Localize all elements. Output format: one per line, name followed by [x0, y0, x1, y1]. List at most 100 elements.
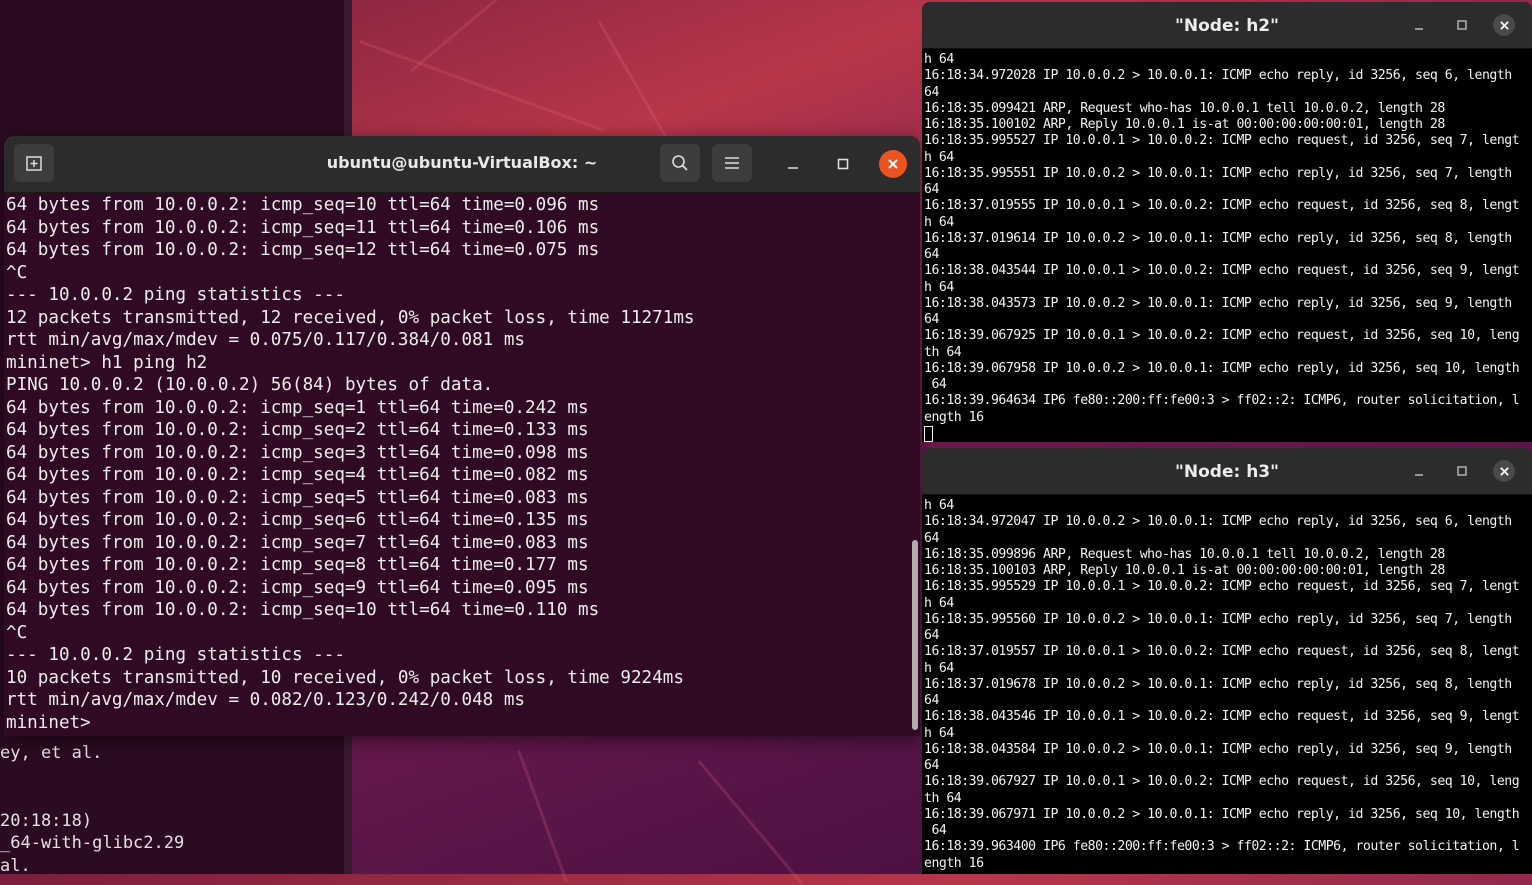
main-terminal-output[interactable]: 64 bytes from 10.0.0.2: icmp_seq=10 ttl=… [6, 194, 906, 734]
terminal-line: 64 bytes from 10.0.0.2: icmp_seq=3 ttl=6… [6, 442, 589, 463]
terminal-line: 16:18:38.043544 IP 10.0.0.1 > 10.0.0.2: … [924, 263, 1520, 279]
main-terminal-window[interactable]: ubuntu@ubuntu-VirtualBox: ~ 64 bytes fro… [4, 136, 920, 736]
cursor [924, 425, 933, 442]
terminal-line: 16:18:39.963400 IP6 fe80::200:ff:fe00:3 … [924, 839, 1520, 855]
node-h3-close-button[interactable] [1493, 460, 1515, 482]
close-button[interactable] [879, 150, 907, 178]
new-tab-icon [26, 156, 42, 171]
terminal-line: rtt min/avg/max/mdev = 0.075/0.117/0.384… [6, 330, 526, 350]
terminal-line: 16:18:35.995560 IP 10.0.0.2 > 10.0.0.1: … [924, 611, 1512, 627]
terminal-line: 16:18:35.995551 IP 10.0.0.2 > 10.0.0.1: … [924, 165, 1512, 181]
node-h2-close-button[interactable] [1493, 14, 1515, 36]
node-h2-titlebar[interactable]: "Node: h2" [922, 2, 1532, 49]
maximize-button[interactable] [829, 150, 857, 178]
node-h3-window[interactable]: "Node: h3" h 64 16:18:34.972047 IP 10.0.0… [922, 448, 1532, 874]
close-icon [1499, 466, 1509, 476]
maximize-icon [837, 158, 849, 170]
terminal-line: mininet> [6, 712, 102, 733]
terminal-line: 16:18:34.972047 IP 10.0.0.2 > 10.0.0.1: … [924, 514, 1512, 530]
terminal-line: 20:18:18) [0, 810, 93, 831]
terminal-line: 64 bytes from 10.0.0.2: icmp_seq=9 ttl=6… [6, 577, 589, 598]
terminal-line: 64 [924, 377, 947, 392]
terminal-line: 64 bytes from 10.0.0.2: icmp_seq=6 ttl=6… [6, 510, 589, 530]
node-h2-maximize-button[interactable] [1451, 14, 1473, 36]
node-h3-minimize-button[interactable] [1408, 460, 1430, 482]
terminal-line: 16:18:37.019555 IP 10.0.0.1 > 10.0.0.2: … [924, 198, 1520, 214]
node-h2-minimize-button[interactable] [1408, 14, 1430, 36]
terminal-line: 64 [924, 758, 939, 773]
node-h2-lines: h 64 16:18:34.972028 IP 10.0.0.2 > 10.0.0… [924, 52, 1528, 426]
node-h3-titlebar[interactable]: "Node: h3" [922, 448, 1532, 495]
terminal-line: ength 16 [924, 409, 984, 425]
terminal-line: 10 packets transmitted, 10 received, 0% … [6, 667, 684, 688]
terminal-line: 64 [924, 247, 939, 262]
node-h3-lines: h 64 16:18:34.972047 IP 10.0.0.2 > 10.0.0… [924, 498, 1528, 872]
terminal-line: 64 bytes from 10.0.0.2: icmp_seq=5 ttl=6… [6, 487, 589, 508]
node-h2-title: "Node: h2" [1175, 16, 1279, 36]
background-terminal-output: ey, et al. 20:18:18) _64-with-glibc2.29 al… [0, 742, 184, 874]
terminal-line: 16:18:37.019678 IP 10.0.0.2 > 10.0.0.1: … [924, 676, 1512, 692]
terminal-line: 16:18:35.100103 ARP, Reply 10.0.0.1 is-a… [924, 563, 1445, 578]
terminal-line: 64 bytes from 10.0.0.2: icmp_seq=2 ttl=6… [6, 420, 589, 440]
terminal-line: 16:18:34.972028 IP 10.0.0.2 > 10.0.0.1: … [924, 68, 1512, 84]
terminal-line: _64-with-glibc2.29 [0, 833, 185, 853]
hamburger-menu-icon [725, 157, 739, 169]
search-button[interactable] [660, 144, 700, 182]
terminal-line: 64 [924, 693, 939, 708]
terminal-line: h 64 [924, 52, 954, 67]
terminal-line: ^C [6, 622, 28, 643]
terminal-line: 16:18:37.019614 IP 10.0.0.2 > 10.0.0.1: … [924, 230, 1512, 246]
main-terminal-scrollbar[interactable] [912, 540, 918, 730]
wallpaper-line [358, 40, 605, 132]
minimize-button[interactable] [779, 150, 807, 178]
wallpaper-line [410, 0, 550, 73]
terminal-line: h 64 [924, 279, 954, 295]
maximize-icon [1457, 20, 1467, 30]
terminal-line: 16:18:35.100102 ARP, Reply 10.0.0.1 is-a… [924, 117, 1445, 132]
terminal-line: ey, et al. [0, 743, 103, 763]
terminal-line: th 64 [924, 344, 962, 360]
terminal-line: --- 10.0.0.2 ping statistics --- [6, 285, 345, 305]
wallpaper-line [517, 750, 568, 883]
terminal-line: ength 16 [924, 855, 984, 871]
terminal-line: 16:18:35.995529 IP 10.0.0.1 > 10.0.0.2: … [924, 579, 1520, 595]
terminal-line: 16:18:39.067925 IP 10.0.0.1 > 10.0.0.2: … [924, 328, 1520, 344]
terminal-line: 64 [924, 628, 939, 643]
terminal-line: PING 10.0.0.2 (10.0.0.2) 56(84) bytes of… [6, 375, 494, 395]
terminal-line: 64 bytes from 10.0.0.2: icmp_seq=10 ttl=… [6, 600, 600, 620]
terminal-line: 64 [924, 312, 939, 327]
terminal-line: 12 packets transmitted, 12 received, 0% … [6, 307, 695, 328]
terminal-line: 64 [924, 84, 939, 100]
terminal-line: th 64 [924, 790, 962, 806]
node-h2-window[interactable]: "Node: h2" h 64 16:18:34.972028 IP 10.0.0… [922, 2, 1532, 442]
terminal-line: 16:18:39.067971 IP 10.0.0.2 > 10.0.0.1: … [924, 806, 1520, 822]
terminal-line: rtt min/avg/max/mdev = 0.082/0.123/0.242… [6, 690, 526, 710]
node-h3-output[interactable]: h 64 16:18:34.972047 IP 10.0.0.2 > 10.0.0… [924, 498, 1528, 874]
maximize-icon [1457, 466, 1467, 476]
menu-button[interactable] [712, 144, 752, 182]
terminal-line: h 64 [924, 725, 954, 741]
terminal-line: mininet> h1 ping h2 [6, 352, 208, 373]
close-icon [888, 159, 898, 169]
terminal-line: 64 bytes from 10.0.0.2: icmp_seq=8 ttl=6… [6, 555, 589, 575]
terminal-line: 64 bytes from 10.0.0.2: icmp_seq=12 ttl=… [6, 240, 600, 260]
main-terminal-titlebar[interactable]: ubuntu@ubuntu-VirtualBox: ~ [4, 136, 920, 193]
terminal-line: 64 bytes from 10.0.0.2: icmp_seq=1 ttl=6… [6, 397, 589, 418]
terminal-line: 16:18:35.995527 IP 10.0.0.1 > 10.0.0.2: … [924, 133, 1520, 149]
node-h2-output[interactable]: h 64 16:18:34.972028 IP 10.0.0.2 > 10.0.0… [924, 52, 1528, 442]
terminal-line: 64 bytes from 10.0.0.2: icmp_seq=4 ttl=6… [6, 465, 589, 485]
terminal-line: --- 10.0.0.2 ping statistics --- [6, 645, 345, 665]
minimize-icon [788, 167, 798, 169]
new-tab-button[interactable] [14, 144, 54, 182]
terminal-line: 16:18:39.067958 IP 10.0.0.2 > 10.0.0.1: … [924, 360, 1520, 376]
minimize-icon [1415, 28, 1423, 30]
terminal-line: h 64 [924, 595, 954, 611]
terminal-line: 64 bytes from 10.0.0.2: icmp_seq=11 ttl=… [6, 217, 600, 238]
terminal-line: al. [0, 855, 31, 875]
wallpaper-line [697, 760, 803, 885]
node-h3-maximize-button[interactable] [1451, 460, 1473, 482]
terminal-line: 16:18:37.019557 IP 10.0.0.1 > 10.0.0.2: … [924, 644, 1520, 660]
terminal-line: 64 bytes from 10.0.0.2: icmp_seq=10 ttl=… [6, 195, 600, 215]
